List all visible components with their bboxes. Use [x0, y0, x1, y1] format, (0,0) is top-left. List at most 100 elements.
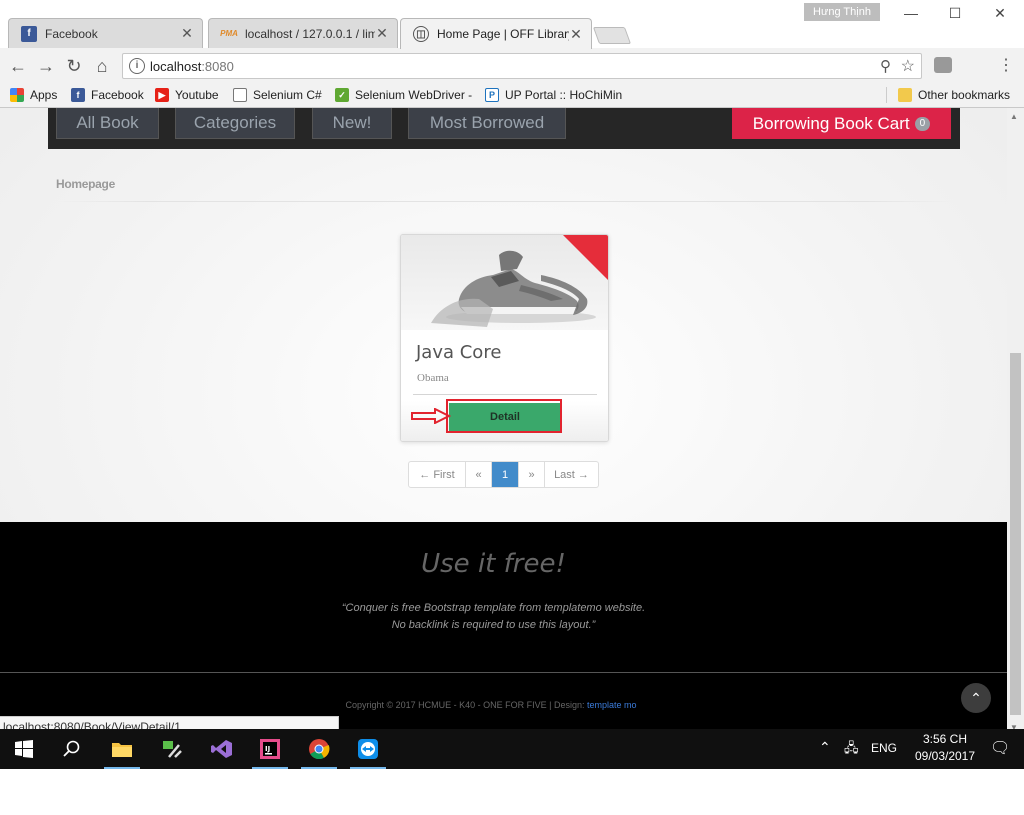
nav-all-book[interactable]: All Book — [56, 108, 159, 139]
close-icon[interactable]: ✕ — [569, 26, 583, 43]
tab-facebook[interactable]: f Facebook ✕ — [8, 18, 203, 48]
facebook-icon: f — [71, 88, 85, 102]
folder-icon — [898, 88, 912, 102]
taskbar-file-explorer[interactable] — [102, 729, 142, 769]
reload-icon[interactable]: ↻ — [62, 54, 86, 78]
portal-icon: P — [485, 88, 499, 102]
page-icon: ◫ — [413, 26, 429, 42]
footer-quote: “Conquer is free Bootstrap template from… — [341, 602, 646, 631]
scroll-up-icon[interactable]: ▲ — [1010, 112, 1018, 121]
folder-icon — [112, 743, 132, 757]
corner-ribbon — [563, 235, 608, 280]
language-indicator[interactable]: ENG — [871, 741, 897, 755]
browser-toolbar: ← → ↻ ⌂ i localhost:8080 ⚲ ☆ ⋮ — [0, 49, 1024, 83]
page-scrollbar[interactable]: ▲ ▼ — [1007, 108, 1024, 736]
taskbar-intellij[interactable]: IJ — [250, 729, 290, 769]
start-button[interactable] — [4, 729, 44, 769]
annotation-arrow-icon — [411, 408, 451, 424]
taskbar-teamviewer[interactable] — [348, 729, 388, 769]
zoom-icon[interactable]: ⚲ — [880, 57, 891, 75]
tab-label: Home Page | OFF Library — [437, 27, 569, 41]
nav-categories[interactable]: Categories — [175, 108, 295, 139]
page-next[interactable]: » — [518, 462, 544, 487]
new-tab-button[interactable] — [592, 27, 632, 44]
profile-button[interactable]: Hưng Thịnh — [804, 3, 880, 21]
tab-label: Facebook — [45, 26, 98, 41]
page-last[interactable]: Last → — [544, 462, 598, 487]
tab-strip: f Facebook ✕ PMA localhost / 127.0.0.1 /… — [0, 0, 1024, 49]
bookmarks-divider — [886, 87, 887, 103]
bookmark-selenium-webdriver[interactable]: ✓ Selenium WebDriver - — [335, 86, 472, 104]
bookmark-youtube[interactable]: ▶ Youtube — [155, 86, 219, 104]
selenium-icon: ✓ — [335, 88, 349, 102]
intellij-icon: IJ — [260, 739, 280, 759]
footer-promo: Use it free! “Conquer is free Bootstrap … — [0, 522, 1007, 672]
tab-label: localhost / 127.0.0.1 / lim — [245, 26, 375, 41]
copyright-text: Copyright © 2017 HCMUE - K40 - ONE FOR F… — [345, 700, 637, 710]
page-viewport: All Book Categories New! Most Borrowed B… — [0, 108, 1007, 736]
menu-icon[interactable]: ⋮ — [998, 55, 1014, 75]
chrome-icon — [309, 739, 330, 760]
bookmark-up-portal[interactable]: P UP Portal :: HoChiMin — [485, 86, 622, 104]
taskbar-chrome[interactable] — [299, 729, 339, 769]
extension-icon[interactable] — [934, 57, 952, 73]
teamviewer-icon — [358, 739, 378, 759]
book-cover-image — [401, 235, 608, 330]
youtube-icon: ▶ — [155, 88, 169, 102]
book-title: Java Core — [416, 342, 502, 363]
address-bar[interactable]: i localhost:8080 ⚲ ☆ — [122, 53, 922, 79]
other-bookmarks[interactable]: Other bookmarks — [898, 86, 1010, 104]
forward-icon[interactable]: → — [34, 54, 58, 78]
chevron-up-icon: ⌃ — [970, 690, 982, 706]
windows-icon — [15, 740, 33, 758]
page-first[interactable]: ← First — [409, 462, 465, 487]
clock-time[interactable]: 3:56 CH — [915, 732, 975, 746]
bookmark-star-icon[interactable]: ☆ — [901, 56, 915, 76]
minimize-icon[interactable]: — — [899, 5, 923, 25]
close-window-icon[interactable]: ✕ — [988, 5, 1012, 25]
windows-taskbar: IJ ⌃ 🖧 ENG 3:56 CH 09/03/2017 🗨 — [0, 729, 1024, 769]
footer-heading: Use it free! — [421, 549, 566, 579]
notification-icon[interactable]: 🗨 — [990, 738, 1010, 758]
nav-most-borrowed[interactable]: Most Borrowed — [408, 108, 566, 139]
breadcrumb-divider — [56, 201, 956, 202]
page-1[interactable]: 1 — [491, 462, 518, 487]
breadcrumb[interactable]: Homepage — [56, 177, 115, 191]
info-icon[interactable]: i — [129, 58, 145, 74]
visual-studio-icon — [211, 740, 232, 758]
annotation-highlight-box — [446, 399, 562, 433]
search-icon — [63, 740, 80, 757]
bookmark-apps[interactable]: Apps — [10, 86, 57, 104]
phpmyadmin-icon: PMA — [220, 29, 238, 38]
home-icon[interactable]: ⌂ — [90, 54, 114, 78]
back-icon[interactable]: ← — [6, 54, 30, 78]
bookmark-selenium-csharp[interactable]: Selenium C# — [233, 86, 322, 104]
search-button[interactable] — [52, 729, 92, 769]
maximize-icon[interactable]: ☐ — [943, 5, 967, 25]
borrowing-cart-button[interactable]: Borrowing Book Cart 0 — [732, 108, 951, 139]
bookmark-facebook[interactable]: f Facebook — [71, 86, 144, 104]
tab-phpmyadmin[interactable]: PMA localhost / 127.0.0.1 / lim ✕ — [208, 18, 398, 48]
url-text: localhost:8080 — [150, 59, 234, 74]
main-navbar: All Book Categories New! Most Borrowed B… — [48, 108, 960, 149]
book-author: Obama — [417, 372, 449, 384]
chevron-up-icon[interactable]: ⌃ — [819, 739, 831, 756]
nav-new[interactable]: New! — [312, 108, 392, 139]
cart-label: Borrowing Book Cart — [752, 113, 910, 133]
page-prev[interactable]: « — [465, 462, 491, 487]
cart-count-badge: 0 — [914, 116, 931, 131]
tab-home-page[interactable]: ◫ Home Page | OFF Library ✕ — [400, 18, 592, 49]
taskbar-tools[interactable] — [152, 729, 192, 769]
close-icon[interactable]: ✕ — [375, 25, 389, 42]
apps-grid-icon — [10, 88, 24, 102]
clock-date[interactable]: 09/03/2017 — [907, 749, 983, 763]
close-icon[interactable]: ✕ — [180, 25, 194, 42]
templatemo-link[interactable]: template mo — [587, 700, 637, 710]
scrollbar-thumb[interactable] — [1010, 353, 1021, 715]
taskbar-visual-studio[interactable] — [202, 729, 242, 769]
card-divider — [413, 394, 597, 395]
back-to-top-button[interactable]: ⌃ — [961, 683, 991, 713]
tools-icon — [163, 741, 182, 758]
network-icon[interactable]: 🖧 — [844, 739, 859, 761]
page-icon — [233, 88, 247, 102]
